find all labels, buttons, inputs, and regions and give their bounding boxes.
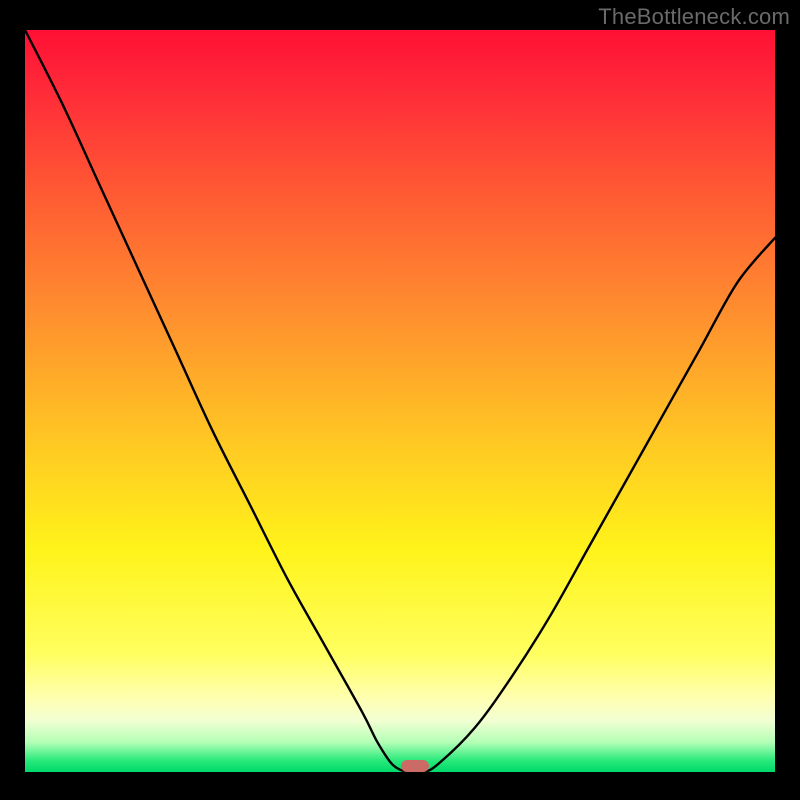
chart-frame: TheBottleneck.com [0,0,800,800]
watermark-text: TheBottleneck.com [598,4,790,30]
plot-area [25,30,775,772]
minimum-marker [401,760,429,772]
bottleneck-curve [25,30,775,772]
